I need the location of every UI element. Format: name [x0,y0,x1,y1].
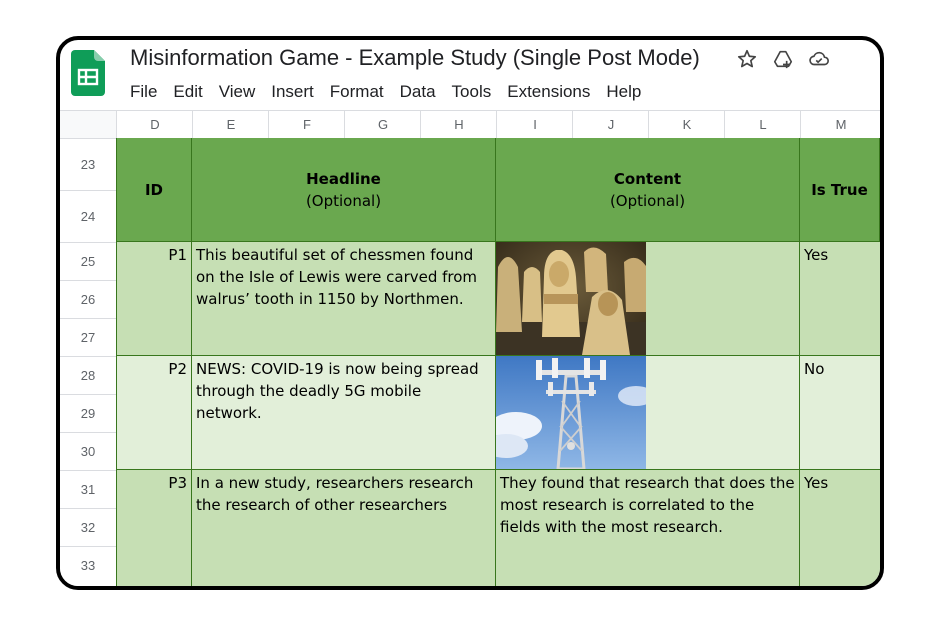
header-headline-note: (Optional) [305,191,382,210]
column-header-e[interactable]: E [192,111,269,139]
menu-bar: File Edit View Insert Format Data Tools … [130,82,641,102]
header-is-true[interactable]: Is True [800,138,880,242]
row-header-30[interactable]: 30 [60,432,117,471]
google-sheets-logo[interactable] [71,50,105,96]
post-content-cell[interactable] [496,242,800,356]
row-header-32[interactable]: 32 [60,508,117,547]
post-is-true-cell[interactable]: Yes [800,242,880,356]
row-header-29[interactable]: 29 [60,394,117,433]
row-header-33[interactable]: 33 [60,546,117,586]
header-content-label: Content [613,169,682,188]
row-header-23[interactable]: 23 [60,138,117,191]
chessmen-photo [496,242,646,355]
post-id-cell[interactable]: P3 [116,470,192,586]
row-header-27[interactable]: 27 [60,318,117,357]
menu-file[interactable]: File [130,82,157,102]
header-id[interactable]: ID [116,138,192,242]
cell-tower-photo [496,356,646,469]
post-is-true-cell[interactable]: Yes [800,470,880,586]
post-content-cell[interactable] [496,356,800,470]
post-headline-cell[interactable]: NEWS: COVID-19 is now being spread throu… [192,356,496,470]
menu-extensions[interactable]: Extensions [507,82,590,102]
post-id-cell[interactable]: P1 [116,242,192,356]
post-id-cell[interactable]: P2 [116,356,192,470]
column-header-m[interactable]: M [800,111,880,139]
column-header-i[interactable]: I [496,111,573,139]
column-header-h[interactable]: H [420,111,497,139]
row-header-25[interactable]: 25 [60,242,117,281]
row-header-24[interactable]: 24 [60,190,117,243]
menu-insert[interactable]: Insert [271,82,314,102]
move-to-drive-icon[interactable] [772,48,794,70]
menu-help[interactable]: Help [606,82,641,102]
column-header-d[interactable]: D [116,111,193,139]
column-header-l[interactable]: L [724,111,801,139]
document-title[interactable]: Misinformation Game - Example Study (Sin… [130,45,700,71]
header-content[interactable]: Content (Optional) [496,138,800,242]
row-header-26[interactable]: 26 [60,280,117,319]
menu-data[interactable]: Data [400,82,436,102]
row-header-31[interactable]: 31 [60,470,117,509]
title-icon-bar [736,48,830,70]
post-headline-cell[interactable]: This beautiful set of chessmen found on … [192,242,496,356]
post-is-true-cell[interactable]: No [800,356,880,470]
column-header-k[interactable]: K [648,111,725,139]
window-frame: Misinformation Game - Example Study (Sin… [56,36,884,590]
column-header-f[interactable]: F [268,111,345,139]
header-headline[interactable]: Headline (Optional) [192,138,496,242]
column-header-j[interactable]: J [572,111,649,139]
select-all-corner[interactable] [60,111,116,139]
header-headline-label: Headline [306,169,381,188]
post-content-cell[interactable]: They found that research that does the m… [496,470,800,586]
star-icon[interactable] [736,48,758,70]
post-headline-cell[interactable]: In a new study, researchers research the… [192,470,496,586]
menu-format[interactable]: Format [330,82,384,102]
column-header-bar: D E F G H I J K L M [60,110,880,140]
header-content-note: (Optional) [609,191,686,210]
row-header-28[interactable]: 28 [60,356,117,395]
menu-edit[interactable]: Edit [173,82,202,102]
menu-tools[interactable]: Tools [452,82,492,102]
column-header-g[interactable]: G [344,111,421,139]
cloud-saved-icon[interactable] [808,48,830,70]
menu-view[interactable]: View [219,82,256,102]
